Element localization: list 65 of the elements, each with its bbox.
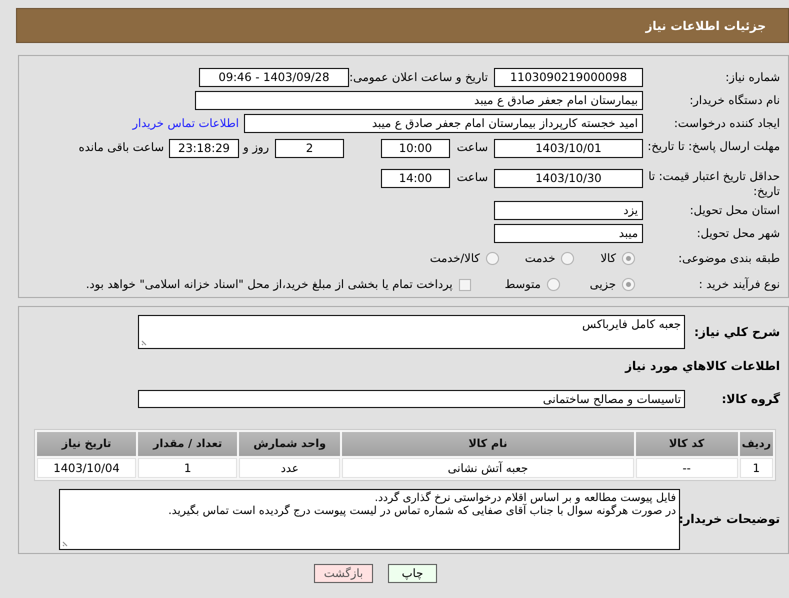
notes-line: فایل پیوست مطالعه و بر اساس اقلام درخواستی نرخ گذاری گردد.	[374, 490, 676, 504]
field-label: تاریخ و ساعت اعلان عمومی:	[349, 70, 488, 84]
field-label: مهلت ارسال پاسخ: تا تاریخ:	[647, 138, 780, 153]
column-header: کد کالا	[636, 432, 738, 456]
field-label: شهر محل تحویل:	[696, 226, 780, 240]
table-cell: جعبه آتش نشانی	[342, 458, 634, 478]
field-label: روز و	[242, 138, 269, 156]
checkbox[interactable]	[458, 278, 471, 291]
table-cell: --	[636, 458, 738, 478]
field-label: حداقل تاریخ اعتبار قیمت: تا تاریخ:	[648, 168, 780, 198]
text-field[interactable]: یزد	[494, 200, 643, 220]
text-field[interactable]: میبد	[494, 224, 643, 243]
table-cell: 1	[740, 458, 773, 478]
radio-label: کالا	[600, 250, 616, 268]
field-label: ساعت باقی مانده	[78, 138, 164, 156]
radio-label: خدمت	[524, 250, 556, 268]
notes-textarea[interactable]: فایل پیوست مطالعه و بر اساس اقلام درخواستی نرخ گذاری گردد. در صورت هرگونه سوال با جناب آقای صفایی که شماره تماس در لیست پیوست درج گردیده است تماس بگیرید.	[59, 488, 680, 550]
column-header: نام کالا	[342, 432, 634, 456]
text-field[interactable]: 14:00	[381, 168, 450, 188]
field-label: نام دستگاه خریدار:	[689, 93, 780, 108]
text-field[interactable]: 23:18:29	[169, 138, 239, 158]
print-button[interactable]: چاپ	[388, 564, 437, 583]
description-textarea[interactable]: جعبه کامل فایرباکس	[138, 315, 685, 349]
field-label: طبقه بندی موضوعی:	[678, 251, 780, 266]
radio-button[interactable]	[622, 278, 635, 292]
radio-button[interactable]	[546, 278, 560, 292]
contact-link[interactable]: اطلاعات تماس خریدار	[132, 115, 239, 132]
table-cell: عدد	[239, 458, 340, 478]
column-header: ردیف	[740, 432, 773, 456]
notes-line: در صورت هرگونه سوال با جناب آقای صفایی که شماره تماس در لیست پیوست درج گردیده است تماس بگیرید.	[167, 504, 676, 516]
section-title: اطلاعات کالاهاي مورد نياز	[625, 359, 780, 373]
field-label: نوع فرآیند خرید :	[698, 277, 780, 292]
back-button[interactable]: بازگشت	[314, 564, 373, 583]
text-field[interactable]: امید خجسته کارپرداز بیمارستان امام جعفر صادق ع میبد	[244, 114, 643, 134]
field-label: ساعت	[456, 168, 488, 186]
radio-button[interactable]	[622, 252, 635, 266]
radio-button[interactable]	[561, 252, 574, 266]
resize-grip-icon	[141, 338, 149, 346]
radio-label: کالا/خدمت	[430, 250, 480, 268]
text-field[interactable]: 10:00	[381, 138, 450, 158]
field-label: شماره نیاز:	[725, 70, 780, 84]
page-title: جزئیات اطلاعات نیاز	[645, 18, 766, 34]
table-cell: 1	[138, 458, 238, 478]
text-field[interactable]: 1403/10/30	[494, 168, 643, 188]
text-field[interactable]: 1403/10/01	[494, 138, 643, 158]
radio-label: جزیی	[590, 276, 616, 293]
radio-button[interactable]	[486, 252, 499, 266]
field-label: ایجاد کننده درخواست:	[674, 116, 780, 130]
table-cell: 1403/10/04	[37, 458, 136, 478]
column-header: تاریخ نیاز	[37, 432, 136, 456]
field-label: توضیحات خریدار:	[678, 512, 780, 526]
checkbox-label: پرداخت تمام یا بخشی از مبلغ خرید،از محل "اسناد خزانه اسلامی" خواهد بود.	[86, 276, 453, 293]
field-label: شرح کلي نياز:	[694, 325, 780, 339]
text-field[interactable]: بیمارستان امام جعفر صادق ع میبد	[195, 91, 643, 110]
resize-grip-icon	[62, 538, 70, 546]
radio-label: متوسط	[504, 276, 541, 293]
field-label: استان محل تحویل:	[690, 202, 780, 217]
column-header: واحد شمارش	[239, 432, 340, 456]
text-field[interactable]: 2	[275, 138, 344, 158]
field-label: ساعت	[456, 138, 488, 156]
column-header: تعداد / مقدار	[138, 432, 238, 456]
field-label: گروه کالا:	[722, 392, 780, 406]
text-field[interactable]: 1403/09/28 - 09:46	[199, 68, 349, 88]
text-field[interactable]: تاسیسات و مصالح ساختمانی	[138, 390, 685, 408]
text-field[interactable]: 1103090219000098	[494, 68, 643, 88]
